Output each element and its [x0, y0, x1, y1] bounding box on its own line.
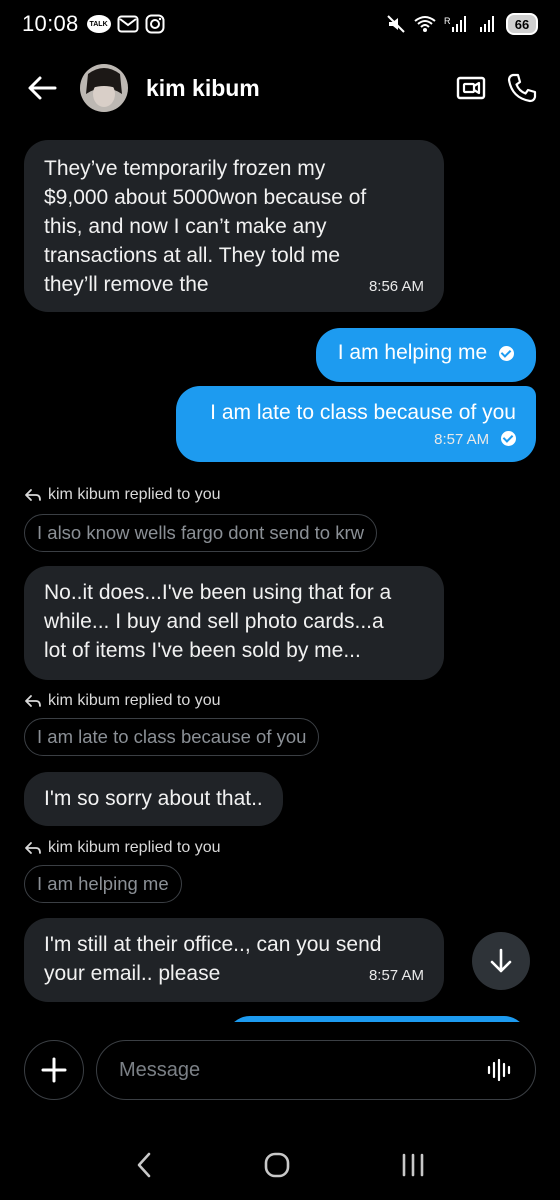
message-list[interactable]: They’ve temporarily frozen my $9,000 abo… [0, 130, 560, 1022]
mail-icon [117, 15, 139, 33]
status-bar: 10:08 TALK R 66 [0, 0, 560, 48]
wifi-icon [414, 16, 436, 32]
reply-label-text: kim kibum replied to you [48, 692, 221, 709]
message-text: I am helping me [337, 341, 488, 364]
mute-icon [387, 15, 405, 33]
outgoing-message[interactable]: I am helping me [315, 328, 536, 382]
quoted-message[interactable]: I also know wells fargo dont send to krw [24, 514, 377, 552]
reply-label-text: kim kibum replied to you [48, 486, 221, 503]
contact-name[interactable]: kim kibum [146, 75, 260, 102]
scroll-to-bottom-button[interactable] [472, 932, 530, 990]
avatar[interactable] [80, 64, 128, 112]
read-receipt-icon [499, 345, 514, 361]
status-time: 10:08 [22, 11, 79, 36]
read-receipt-icon [501, 430, 516, 446]
nav-back-icon[interactable] [134, 1151, 154, 1179]
system-icons: R 66 [386, 13, 538, 35]
header-actions [456, 72, 538, 104]
reply-indicator: kim kibum replied to you [24, 839, 221, 857]
reply-label-text: kim kibum replied to you [48, 839, 221, 856]
arrow-left-icon [28, 76, 57, 100]
notification-icons: TALK [86, 14, 165, 34]
message-line: your email.. please [44, 962, 221, 985]
voice-wave-icon[interactable] [486, 1058, 514, 1082]
arrow-down-icon [490, 948, 512, 973]
battery-icon: 66 [506, 13, 538, 35]
reply-arrow-icon [25, 489, 41, 501]
instagram-icon [145, 14, 165, 34]
video-camera-icon[interactable] [456, 74, 486, 102]
reply-indicator: kim kibum replied to you [24, 486, 221, 504]
system-navigation-bar [0, 1140, 560, 1190]
message-time: 8:57 AM [434, 431, 490, 448]
plus-icon [41, 1057, 67, 1083]
message-line: $9,000 about 5000won because of [44, 186, 367, 209]
reply-arrow-icon [25, 842, 41, 854]
incoming-message[interactable]: I'm still at their office.., can you sen… [24, 918, 444, 1002]
nav-recents-icon[interactable] [400, 1152, 426, 1178]
message-line: I'm still at their office.., can you sen… [44, 933, 382, 956]
message-composer [0, 1040, 560, 1104]
incoming-message[interactable]: No..it does...I've been using that for a… [24, 566, 444, 680]
signal-icon: R [444, 16, 466, 32]
message-line: They’ve temporarily frozen my [44, 157, 326, 180]
nav-home-icon[interactable] [263, 1151, 291, 1179]
outgoing-message[interactable]: I am late to class because of you 8:57 A… [176, 386, 536, 462]
incoming-message[interactable]: I'm so sorry about that.. [24, 772, 283, 826]
network-label: R [444, 16, 451, 26]
reply-indicator: kim kibum replied to you [24, 692, 221, 710]
chat-header: kim kibum [0, 50, 560, 126]
reply-arrow-icon [25, 695, 41, 707]
talk-app-icon: TALK [86, 15, 111, 33]
message-input[interactable] [96, 1040, 536, 1100]
message-line: this, and now I can’t make any [44, 215, 327, 238]
message-time: 8:56 AM [368, 278, 424, 295]
message-line: while... I buy and sell photo cards...a [44, 610, 384, 633]
phone-icon[interactable] [506, 72, 538, 104]
message-line: No..it does...I've been using that for a [44, 581, 392, 604]
add-attachment-button[interactable] [24, 1040, 84, 1100]
incoming-message[interactable]: They’ve temporarily frozen my $9,000 abo… [24, 140, 444, 312]
message-time: 8:57 AM [368, 967, 424, 984]
quoted-message[interactable]: I am late to class because of you [24, 718, 320, 756]
signal-icon-2 [480, 16, 494, 32]
message-line: they’ll remove the [44, 273, 209, 296]
quoted-message[interactable]: I am helping me [24, 865, 182, 903]
avatar-image [80, 64, 128, 112]
outgoing-message-partial[interactable] [226, 1016, 528, 1022]
message-line: transactions at all. They told me [44, 244, 341, 267]
back-button[interactable] [22, 68, 62, 108]
message-text: I'm so sorry about that.. [44, 787, 263, 810]
message-line: lot of items I've been sold by me... [44, 639, 361, 662]
